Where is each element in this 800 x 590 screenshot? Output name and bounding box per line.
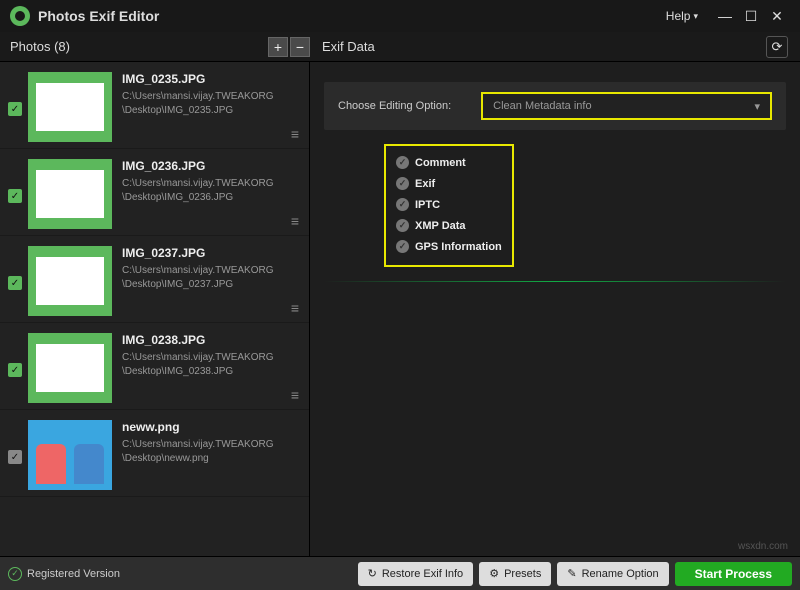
registered-status: ✓ Registered Version	[8, 567, 352, 581]
close-button[interactable]: ✕	[764, 8, 790, 25]
photos-title: Photos (8)	[10, 39, 266, 54]
file-name: IMG_0238.JPG	[122, 333, 301, 347]
check-icon: ✓	[396, 177, 409, 190]
check-icon: ✓	[396, 240, 409, 253]
more-icon[interactable]: ≡	[291, 213, 299, 229]
list-item[interactable]: ✓ neww.png C:\Users\mansi.vijay.TWEAKORG…	[0, 410, 309, 497]
file-path: C:\Users\mansi.vijay.TWEAKORG	[122, 351, 301, 365]
thumbnail	[28, 159, 112, 229]
more-icon[interactable]: ≡	[291, 300, 299, 316]
editing-option-dropdown[interactable]: Clean Metadata info ▾	[481, 92, 772, 120]
check-label: GPS Information	[415, 241, 502, 253]
thumbnail	[28, 333, 112, 403]
editing-option-row: Choose Editing Option: Clean Metadata in…	[324, 82, 786, 130]
check-label: Exif	[415, 178, 435, 190]
exif-panel: Choose Editing Option: Clean Metadata in…	[310, 62, 800, 556]
dropdown-value: Clean Metadata info	[493, 100, 591, 112]
check-icon: ✓	[396, 156, 409, 169]
file-name: IMG_0237.JPG	[122, 246, 301, 260]
app-logo-icon	[10, 6, 30, 26]
file-meta: IMG_0237.JPG C:\Users\mansi.vijay.TWEAKO…	[122, 246, 301, 292]
file-meta: IMG_0238.JPG C:\Users\mansi.vijay.TWEAKO…	[122, 333, 301, 379]
thumbnail	[28, 420, 112, 490]
file-name: IMG_0236.JPG	[122, 159, 301, 173]
minimize-button[interactable]: —	[712, 8, 738, 24]
start-process-button[interactable]: Start Process	[675, 562, 792, 586]
check-label: Comment	[415, 157, 466, 169]
check-iptc[interactable]: ✓ IPTC	[396, 194, 502, 215]
list-item[interactable]: ✓ IMG_0238.JPG C:\Users\mansi.vijay.TWEA…	[0, 323, 309, 410]
checkbox[interactable]: ✓	[8, 450, 22, 464]
title-bar: Photos Exif Editor Help ▾ — ☐ ✕	[0, 0, 800, 32]
file-path: C:\Users\mansi.vijay.TWEAKORG	[122, 438, 301, 452]
list-item[interactable]: ✓ IMG_0235.JPG C:\Users\mansi.vijay.TWEA…	[0, 62, 309, 149]
restore-exif-button[interactable]: ↻ Restore Exif Info	[358, 562, 474, 586]
help-menu[interactable]: Help ▾	[666, 9, 698, 23]
file-path: \Desktop\IMG_0235.JPG	[122, 104, 301, 118]
file-path: \Desktop\IMG_0237.JPG	[122, 278, 301, 292]
watermark: wsxdn.com	[738, 541, 788, 552]
rename-option-button[interactable]: ✎ Rename Option	[557, 562, 668, 586]
exif-title: Exif Data	[322, 39, 766, 54]
file-meta: IMG_0236.JPG C:\Users\mansi.vijay.TWEAKO…	[122, 159, 301, 205]
remove-button[interactable]: −	[290, 37, 310, 57]
checkbox[interactable]: ✓	[8, 189, 22, 203]
list-item[interactable]: ✓ IMG_0236.JPG C:\Users\mansi.vijay.TWEA…	[0, 149, 309, 236]
file-path: \Desktop\neww.png	[122, 452, 301, 466]
gear-icon: ⚙	[489, 567, 499, 580]
btn-label: Restore Exif Info	[382, 568, 463, 580]
presets-button[interactable]: ⚙ Presets	[479, 562, 551, 586]
editing-option-label: Choose Editing Option:	[338, 100, 451, 112]
add-button[interactable]: +	[268, 37, 288, 57]
bottom-bar: ✓ Registered Version ↻Restore Exif Info …	[0, 556, 800, 590]
file-meta: IMG_0235.JPG C:\Users\mansi.vijay.TWEAKO…	[122, 72, 301, 118]
more-icon[interactable]: ≡	[291, 387, 299, 403]
main: ✓ IMG_0235.JPG C:\Users\mansi.vijay.TWEA…	[0, 62, 800, 556]
file-name: neww.png	[122, 420, 301, 434]
file-path: C:\Users\mansi.vijay.TWEAKORG	[122, 264, 301, 278]
header-row: Photos (8) + − Exif Data ⟳	[0, 32, 800, 62]
check-label: XMP Data	[415, 220, 466, 232]
photo-list[interactable]: ✓ IMG_0235.JPG C:\Users\mansi.vijay.TWEA…	[0, 62, 310, 556]
list-item[interactable]: ✓ IMG_0237.JPG C:\Users\mansi.vijay.TWEA…	[0, 236, 309, 323]
refresh-button[interactable]: ⟳	[766, 36, 788, 58]
thumbnail	[28, 72, 112, 142]
divider	[324, 281, 786, 282]
checkbox[interactable]: ✓	[8, 276, 22, 290]
check-icon: ✓	[396, 198, 409, 211]
checkbox[interactable]: ✓	[8, 363, 22, 377]
photos-header: Photos (8) + −	[0, 37, 310, 57]
file-path: \Desktop\IMG_0238.JPG	[122, 365, 301, 379]
thumbnail	[28, 246, 112, 316]
check-circle-icon: ✓	[8, 567, 22, 581]
app-title: Photos Exif Editor	[38, 8, 666, 24]
chevron-down-icon: ▾	[693, 11, 698, 22]
exif-header: Exif Data ⟳	[310, 36, 800, 58]
btn-label: Rename Option	[582, 568, 659, 580]
registered-label: Registered Version	[27, 568, 120, 580]
chevron-down-icon: ▾	[754, 100, 760, 113]
file-meta: neww.png C:\Users\mansi.vijay.TWEAKORG \…	[122, 420, 301, 466]
check-icon: ✓	[396, 219, 409, 232]
maximize-button[interactable]: ☐	[738, 8, 764, 25]
file-path: \Desktop\IMG_0236.JPG	[122, 191, 301, 205]
check-exif[interactable]: ✓ Exif	[396, 173, 502, 194]
btn-label: Presets	[504, 568, 541, 580]
check-comment[interactable]: ✓ Comment	[396, 152, 502, 173]
checkbox[interactable]: ✓	[8, 102, 22, 116]
file-path: C:\Users\mansi.vijay.TWEAKORG	[122, 90, 301, 104]
check-gps[interactable]: ✓ GPS Information	[396, 236, 502, 257]
check-xmp[interactable]: ✓ XMP Data	[396, 215, 502, 236]
pencil-icon: ✎	[567, 567, 576, 580]
help-label: Help	[666, 9, 691, 23]
check-label: IPTC	[415, 199, 440, 211]
file-path: C:\Users\mansi.vijay.TWEAKORG	[122, 177, 301, 191]
more-icon[interactable]: ≡	[291, 126, 299, 142]
metadata-checks: ✓ Comment ✓ Exif ✓ IPTC ✓ XMP Data ✓ GPS Info…	[384, 144, 514, 267]
restore-icon: ↻	[368, 567, 377, 580]
file-name: IMG_0235.JPG	[122, 72, 301, 86]
